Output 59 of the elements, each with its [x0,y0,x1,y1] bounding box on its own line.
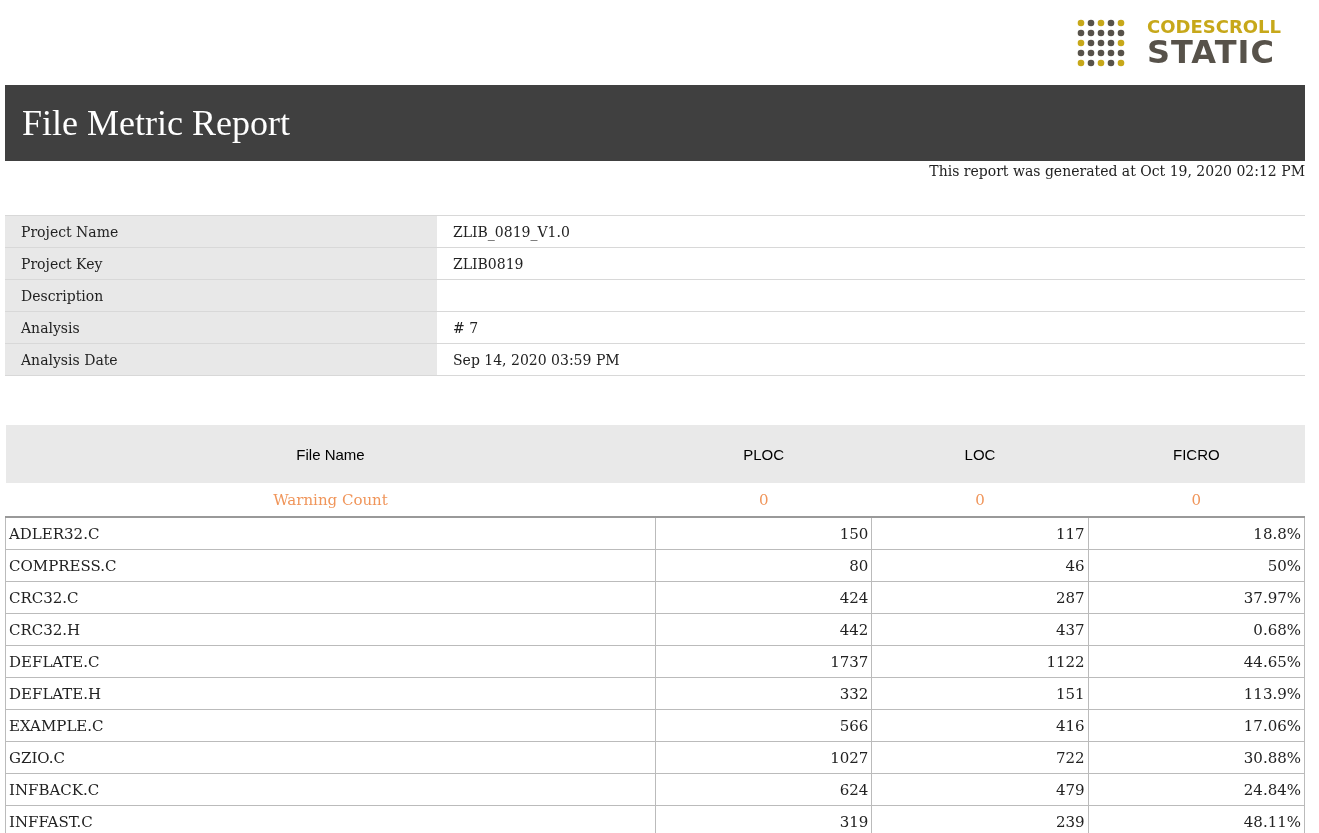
warning-count-cell: 0 [655,483,872,517]
table-cell: ADLER32.C [5,517,656,550]
column-header: File Name [5,425,656,483]
table-cell: 416 [871,709,1089,742]
table-cell: INFBACK.C [5,773,656,806]
column-header: LOC [871,425,1089,483]
info-label: Project Name [5,215,437,248]
table-cell: 37.97% [1088,581,1305,614]
table-cell: INFFAST.C [5,805,656,833]
table-cell: 1122 [871,645,1089,678]
table-cell: 624 [655,773,872,806]
table-cell: 44.65% [1088,645,1305,678]
table-cell: 113.9% [1088,677,1305,710]
table-cell: COMPRESS.C [5,549,656,582]
warning-count-cell: 0 [1088,483,1305,517]
table-cell: 30.88% [1088,741,1305,774]
table-cell: 17.06% [1088,709,1305,742]
info-value: ZLIB0819 [437,247,1305,280]
table-cell: 437 [871,613,1089,646]
table-cell: 424 [655,581,872,614]
logo-product: STATIC [1146,35,1275,68]
warning-count-cell: Warning Count [5,483,656,517]
table-cell: 1027 [655,741,872,774]
table-cell: 46 [871,549,1089,582]
info-value: ZLIB_0819_V1.0 [437,215,1305,248]
generated-timestamp: This report was generated at Oct 19, 2020 02:12 PM [928,163,1306,179]
info-label: Project Key [5,247,437,280]
table-cell: DEFLATE.C [5,645,656,678]
info-label: Analysis Date [5,343,437,376]
table-cell: 566 [655,709,872,742]
table-cell: CRC32.C [5,581,656,614]
info-label: Analysis [5,311,437,344]
warning-count-cell: 0 [871,483,1089,517]
table-cell: 332 [655,677,872,710]
info-label: Description [5,279,437,312]
table-cell: 151 [871,677,1089,710]
table-cell: 80 [655,549,872,582]
table-cell: 24.84% [1088,773,1305,806]
info-value: Sep 14, 2020 03:59 PM [437,343,1305,376]
table-cell: 117 [871,517,1089,550]
table-cell: 442 [655,613,872,646]
table-cell: GZIO.C [5,741,656,774]
table-cell: 479 [871,773,1089,806]
table-cell: 18.8% [1088,517,1305,550]
info-value: # 7 [437,311,1305,344]
table-cell: 1737 [655,645,872,678]
table-cell: DEFLATE.H [5,677,656,710]
table-cell: CRC32.H [5,613,656,646]
dot-grid-logo-icon [1076,18,1125,67]
table-cell: 287 [871,581,1089,614]
table-cell: 722 [871,741,1089,774]
table-cell: 50% [1088,549,1305,582]
logo-brand: CODESCROLL [1146,17,1281,36]
table-cell: 0.68% [1088,613,1305,646]
table-cell: EXAMPLE.C [5,709,656,742]
table-cell: 150 [655,517,872,550]
column-header: FICRO [1088,425,1305,483]
column-header: PLOC [655,425,872,483]
report-title: File Metric Report [21,102,290,144]
